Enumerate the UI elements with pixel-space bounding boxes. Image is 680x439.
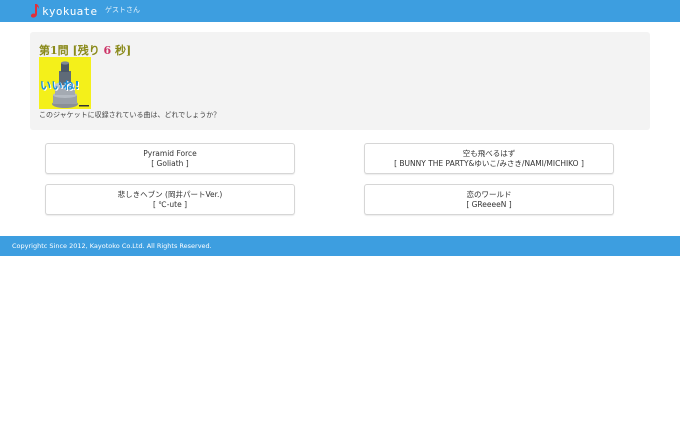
answer-artist: [ GReeeeN ] — [466, 199, 512, 209]
answer-option-1[interactable]: Pyramid Force [ Goliath ] — [45, 143, 295, 174]
answer-artist: [ Goliath ] — [151, 158, 189, 168]
album-jacket-image: いいね! — [39, 57, 91, 109]
copyright-text: Copyrightc Since 2012, Kayotoko Co.Ltd. … — [12, 242, 212, 250]
answer-title: 悲しきヘブン (岡井パートVer.) — [117, 189, 223, 199]
seconds-unit-label: 秒] — [111, 44, 132, 57]
music-note-icon — [30, 4, 39, 18]
answer-artist: [ BUNNY THE PARTY&ゆいこ/みさき/NAMI/MICHIKO ] — [394, 158, 584, 168]
top-navbar: kyokuate ゲストさん — [0, 0, 680, 22]
question-text: このジャケットに収録されている曲は、どれでしょうか？ — [39, 111, 221, 119]
answer-artist: [ ℃-ute ] — [152, 199, 188, 209]
answer-title: Pyramid Force — [143, 148, 197, 158]
quiz-panel: 第1問 [残り 6 秒] いいね! このジャケットに収録されている曲は、どれでし… — [30, 32, 650, 130]
answer-option-3[interactable]: 悲しきヘブン (岡井パートVer.) [ ℃-ute ] — [45, 184, 295, 215]
answer-option-2[interactable]: 空も飛べるはず [ BUNNY THE PARTY&ゆいこ/みさき/NAMI/M… — [364, 143, 614, 174]
footer-bar: Copyrightc Since 2012, Kayotoko Co.Ltd. … — [0, 236, 680, 256]
question-title: 第1問 [残り 6 秒] — [39, 42, 131, 58]
brand-link[interactable]: kyokuate — [28, 3, 97, 19]
question-number-label: 第1問 [残り — [39, 44, 104, 57]
jacket-logo-text: いいね! — [40, 79, 81, 92]
answer-title: 恋のワールド — [466, 189, 512, 199]
user-name: ゲストさん — [105, 6, 140, 14]
answer-option-4[interactable]: 恋のワールド [ GReeeeN ] — [364, 184, 614, 215]
brand-name: kyokuate — [42, 4, 98, 18]
answer-title: 空も飛べるはず — [462, 148, 516, 158]
